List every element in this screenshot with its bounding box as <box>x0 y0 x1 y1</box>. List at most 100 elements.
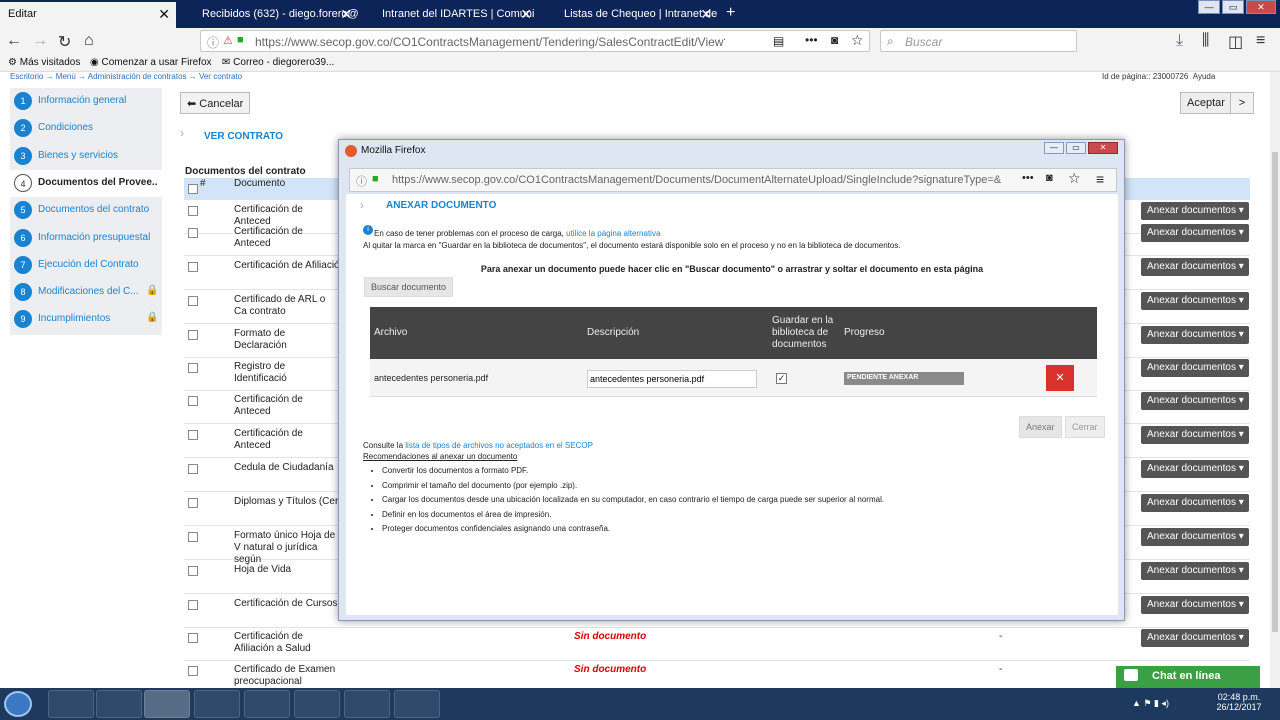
bookmark-star-icon[interactable]: ☆ <box>1068 170 1081 187</box>
tab-intranet[interactable]: Intranet del IDARTES | Comuni ✕ <box>362 2 538 28</box>
close-tab-icon[interactable]: ✕ <box>520 6 532 23</box>
popup-url-bar[interactable]: ⓘ ■ https://www.secop.gov.co/CO1Contract… <box>349 168 1117 192</box>
attach-documents-button[interactable]: Anexar documentos ▾ <box>1141 460 1249 478</box>
sidebar-step-1[interactable]: 1 Información general <box>10 88 162 115</box>
forward-icon[interactable]: → <box>32 32 48 50</box>
word-icon[interactable] <box>394 690 440 718</box>
sidebar-step-8[interactable]: 8 Modificaciones del C... 🔒 <box>10 279 162 306</box>
row-checkbox[interactable] <box>188 633 198 643</box>
sidebar-step-9[interactable]: 9 Incumplimientos 🔒 <box>10 306 162 333</box>
start-icon[interactable] <box>4 691 32 717</box>
pocket-icon[interactable]: ◙ <box>1046 172 1053 184</box>
pocket-icon[interactable]: ◙ <box>831 33 838 47</box>
explorer-icon[interactable] <box>244 690 290 718</box>
next-button[interactable]: > <box>1230 92 1254 114</box>
tab-listas[interactable]: Listas de Chequeo | Intranet de ✕ <box>542 2 718 28</box>
info-icon[interactable]: ⓘ <box>207 34 219 51</box>
close-popup-icon[interactable]: ✕ <box>1088 142 1118 154</box>
search-document-button[interactable]: Buscar documento <box>364 277 454 297</box>
attach-button[interactable]: Anexar <box>1019 416 1062 438</box>
row-checkbox[interactable] <box>188 396 198 406</box>
description-input[interactable] <box>587 370 757 388</box>
row-checkbox[interactable] <box>188 566 198 576</box>
row-checkbox[interactable] <box>188 363 198 373</box>
library-icon[interactable]: ⫼ <box>1202 32 1209 50</box>
select-all-checkbox[interactable] <box>188 184 198 194</box>
powerpoint-icon[interactable] <box>294 690 340 718</box>
row-checkbox[interactable] <box>188 206 198 216</box>
sidebar-step-7[interactable]: 7 Ejecución del Contrato <box>10 252 162 279</box>
close-tab-icon[interactable]: ✕ <box>340 6 352 23</box>
attach-documents-button[interactable]: Anexar documentos ▾ <box>1141 258 1249 276</box>
bookmark-firefox[interactable]: ◉ Comenzar a usar Firefox <box>90 57 212 68</box>
reader-view-icon[interactable]: ▤ <box>773 34 784 48</box>
close-window-icon[interactable]: ✕ <box>1246 0 1276 14</box>
attach-documents-button[interactable]: Anexar documentos ▾ <box>1141 562 1249 580</box>
firefox-taskbar-icon[interactable] <box>144 690 190 718</box>
url-bar[interactable]: ⓘ ⚠ ■ https://www.secop.gov.co/CO1Contra… <box>200 30 870 52</box>
sidebar-step-4[interactable]: 4 Documentos del Provee... <box>10 169 162 197</box>
sidebar-step-3[interactable]: 3 Bienes y servicios <box>10 143 162 170</box>
attach-documents-button[interactable]: Anexar documentos ▾ <box>1141 596 1249 614</box>
close-button[interactable]: Cerrar <box>1065 416 1105 438</box>
attach-documents-button[interactable]: Anexar documentos ▾ <box>1141 202 1249 220</box>
bookmark-most-visited[interactable]: ⚙ Más visitados <box>8 57 80 68</box>
row-checkbox[interactable] <box>188 330 198 340</box>
row-checkbox[interactable] <box>188 228 198 238</box>
row-checkbox[interactable] <box>188 498 198 508</box>
save-library-checkbox[interactable]: ✓ <box>776 373 787 384</box>
back-icon[interactable]: ← <box>6 32 22 50</box>
breadcrumb[interactable]: Escritorio → Menú → Administración de co… <box>10 72 242 81</box>
tab-gmail[interactable]: Recibidos (632) - diego.forero@ ✕ <box>180 2 358 28</box>
minimize-icon[interactable]: — <box>1044 142 1064 154</box>
help-link[interactable]: Ayuda <box>1193 72 1216 81</box>
menu-icon[interactable]: ≡ <box>1096 171 1104 187</box>
row-checkbox[interactable] <box>188 430 198 440</box>
row-checkbox[interactable] <box>188 464 198 474</box>
chrome-icon[interactable] <box>194 690 240 718</box>
attach-documents-button[interactable]: Anexar documentos ▾ <box>1141 426 1249 444</box>
attach-documents-button[interactable]: Anexar documentos ▾ <box>1141 326 1249 344</box>
search-input[interactable]: ⌕ Buscar <box>880 30 1077 52</box>
reload-icon[interactable]: ↻ <box>58 32 71 52</box>
delete-file-button[interactable]: ✕ <box>1046 365 1074 391</box>
sidebar-step-2[interactable]: 2 Condiciones <box>10 115 162 142</box>
new-tab-button[interactable]: + <box>722 2 744 28</box>
home-icon[interactable]: ⌂ <box>84 32 94 50</box>
attach-documents-button[interactable]: Anexar documentos ▾ <box>1141 359 1249 377</box>
restore-icon[interactable]: ▭ <box>1066 142 1086 154</box>
attach-documents-button[interactable]: Anexar documentos ▾ <box>1141 392 1249 410</box>
alternative-page-link[interactable]: utilice la página alternativa <box>566 229 660 238</box>
info-icon[interactable]: ⓘ <box>356 173 367 189</box>
clock[interactable]: 02:48 p.m. 26/12/2017 <box>1214 692 1264 712</box>
chat-button[interactable]: Chat en línea <box>1116 666 1260 688</box>
close-tab-icon[interactable]: ✕ <box>158 6 170 23</box>
close-tab-icon[interactable]: ✕ <box>700 6 712 23</box>
excel-icon[interactable] <box>344 690 390 718</box>
accept-button[interactable]: Aceptar <box>1180 92 1232 114</box>
scrollbar-thumb[interactable] <box>1272 152 1278 632</box>
sidebar-step-6[interactable]: 6 Información presupuestal <box>10 225 162 252</box>
cancel-button[interactable]: ⬅ Cancelar <box>180 92 251 114</box>
row-checkbox[interactable] <box>188 532 198 542</box>
row-checkbox[interactable] <box>188 600 198 610</box>
attach-documents-button[interactable]: Anexar documentos ▾ <box>1141 629 1249 647</box>
bookmark-mail[interactable]: ✉ Correo - diegorero39... <box>222 57 334 68</box>
row-checkbox[interactable] <box>188 296 198 306</box>
row-checkbox[interactable] <box>188 666 198 676</box>
minimize-icon[interactable]: — <box>1198 0 1220 14</box>
attach-documents-button[interactable]: Anexar documentos ▾ <box>1141 292 1249 310</box>
tray-icons[interactable]: ▲ ⚑ ▮ ◂) <box>1132 698 1169 709</box>
file-types-link[interactable]: lista de tipos de archivos no aceptados … <box>405 441 593 450</box>
attach-documents-button[interactable]: Anexar documentos ▾ <box>1141 224 1249 242</box>
page-actions-icon[interactable]: ••• <box>1022 172 1034 184</box>
tab-editar[interactable]: Editar ✕ <box>0 2 176 28</box>
menu-icon[interactable]: ≡ <box>1256 32 1265 50</box>
media-player-icon[interactable] <box>96 690 142 718</box>
restore-icon[interactable]: ▭ <box>1222 0 1244 14</box>
sidebar-icon[interactable]: ◫ <box>1228 32 1243 52</box>
scrollbar[interactable] <box>1270 72 1280 688</box>
attach-documents-button[interactable]: Anexar documentos ▾ <box>1141 528 1249 546</box>
bookmark-star-icon[interactable]: ☆ <box>851 32 864 49</box>
ie-icon[interactable] <box>48 690 94 718</box>
